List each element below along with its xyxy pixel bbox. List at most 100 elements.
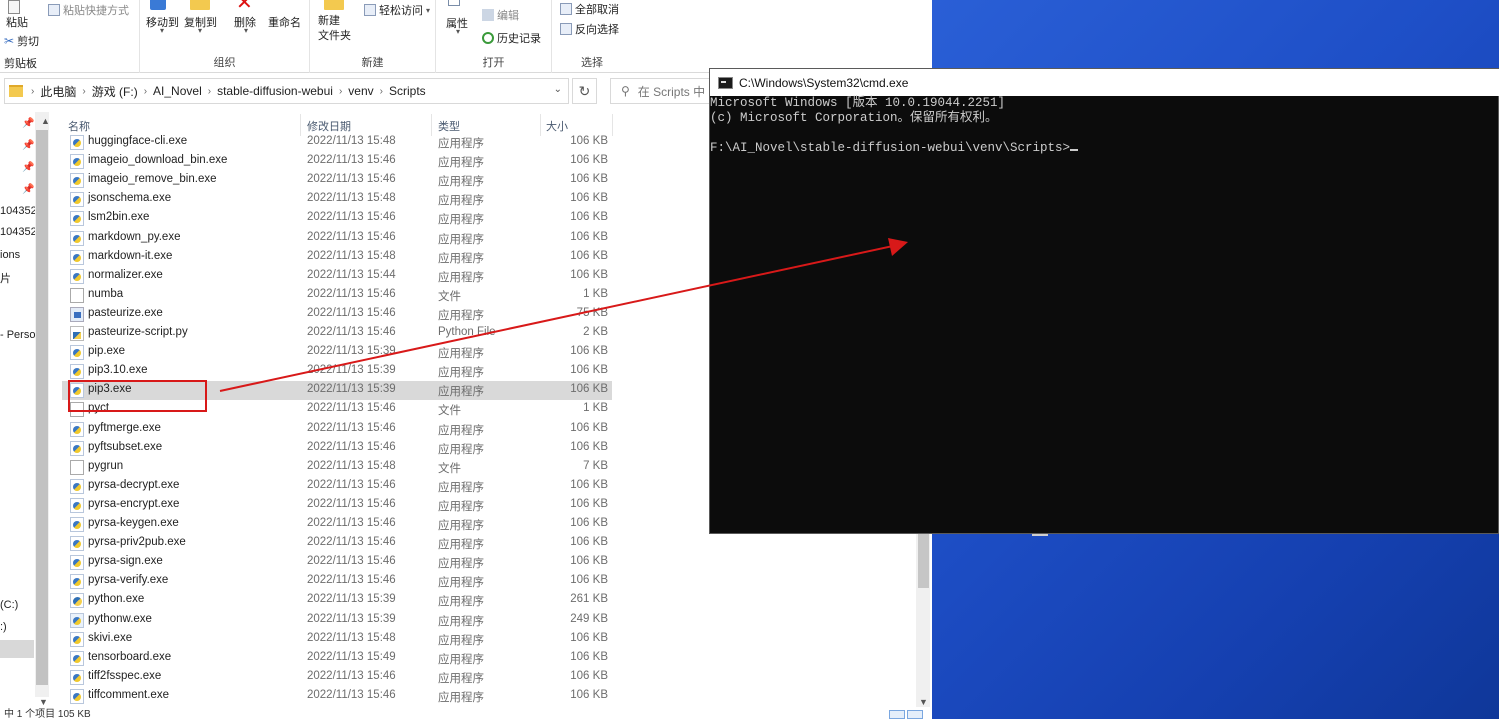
pin-icon[interactable]: 📌: [22, 140, 34, 151]
nav-item[interactable]: ions: [0, 249, 20, 261]
python-file-icon: [70, 326, 84, 341]
file-row[interactable]: pyrsa-encrypt.exe 2022/11/13 15:46 应用程序 106…: [62, 496, 612, 515]
file-date: 2022/11/13 15:46: [307, 154, 396, 167]
file-row[interactable]: pip.exe 2022/11/13 15:39 应用程序 106 KB: [62, 343, 612, 362]
file-name: pythonw.exe: [88, 612, 152, 625]
file-name: tensorboard.exe: [88, 650, 172, 663]
nav-item-drive[interactable]: :): [0, 621, 7, 633]
file-row[interactable]: pyftmerge.exe 2022/11/13 15:46 应用程序 106 KB: [62, 420, 612, 439]
file-row[interactable]: markdown_py.exe 2022/11/13 15:46 应用程序 106 K…: [62, 229, 612, 248]
search-input[interactable]: ⚲ 在 Scripts 中: [610, 78, 720, 104]
file-row[interactable]: python.exe 2022/11/13 15:39 应用程序 261 KB: [62, 591, 612, 610]
history-button[interactable]: 历史记录: [482, 30, 541, 46]
nav-item[interactable]: - Perso: [0, 329, 35, 341]
refresh-button[interactable]: ↻: [572, 78, 597, 104]
chevron-right-icon[interactable]: ›: [82, 86, 85, 97]
pin-icon[interactable]: 📌: [22, 162, 34, 173]
file-row[interactable]: pasteurize.exe 2022/11/13 15:46 应用程序 75 KB: [62, 305, 612, 324]
file-type: 应用程序: [438, 596, 484, 609]
file-row[interactable]: pyrsa-sign.exe 2022/11/13 15:46 应用程序 106 KB: [62, 553, 612, 572]
chevron-right-icon[interactable]: ›: [31, 86, 34, 97]
rename-button[interactable]: 重命名: [268, 14, 301, 30]
breadcrumb-sd-webui[interactable]: stable-diffusion-webui: [217, 84, 333, 98]
nav-item[interactable]: 片: [0, 270, 11, 286]
cmd-console[interactable]: Microsoft Windows [版本 10.0.19044.2251] (…: [710, 96, 1499, 533]
file-size: 106 KB: [570, 536, 608, 549]
column-divider[interactable]: [612, 114, 613, 136]
file-row[interactable]: markdown-it.exe 2022/11/13 15:48 应用程序 106 K…: [62, 248, 612, 267]
chevron-right-icon[interactable]: ›: [144, 86, 147, 97]
text-cursor: [1070, 149, 1079, 151]
scissors-icon: ✂: [4, 34, 15, 48]
scroll-down-icon[interactable]: ▼: [39, 697, 48, 707]
nav-selected-item[interactable]: [0, 640, 34, 658]
breadcrumb-scripts[interactable]: Scripts: [389, 84, 426, 98]
file-row[interactable]: pyrsa-priv2pub.exe 2022/11/13 15:46 应用程序 10…: [62, 534, 612, 553]
file-date: 2022/11/13 15:46: [307, 211, 396, 224]
paste-button[interactable]: [8, 0, 20, 14]
chevron-right-icon[interactable]: ›: [208, 86, 211, 97]
address-bar[interactable]: › 此电脑 › 游戏 (F:) › AI_Novel › stable-diff…: [4, 78, 569, 104]
nav-item[interactable]: 104352: [0, 205, 37, 217]
file-row[interactable]: tiffcomment.exe 2022/11/13 15:46 应用程序 106 K…: [62, 687, 612, 706]
nav-item-c-drive[interactable]: (C:): [0, 599, 18, 611]
new-folder-button[interactable]: 新建 文件夹: [318, 14, 351, 44]
file-row[interactable]: huggingface-cli.exe 2022/11/13 15:48 应用程序 1…: [62, 133, 612, 152]
file-row[interactable]: imageio_download_bin.exe 2022/11/13 15:46…: [62, 152, 612, 171]
copy-to-dropdown-icon[interactable]: ▾: [198, 26, 202, 35]
file-row[interactable]: skivi.exe 2022/11/13 15:48 应用程序 106 KB: [62, 630, 612, 649]
paste-shortcut-button[interactable]: 粘贴快捷方式: [48, 2, 129, 18]
file-row[interactable]: pyrsa-verify.exe 2022/11/13 15:46 应用程序 106 …: [62, 572, 612, 591]
chevron-right-icon[interactable]: ›: [380, 86, 383, 97]
move-to-dropdown-icon[interactable]: ▾: [160, 26, 164, 35]
file-row[interactable]: pyrsa-decrypt.exe 2022/11/13 15:46 应用程序 106…: [62, 477, 612, 496]
breadcrumb-drive[interactable]: 游戏 (F:): [92, 83, 138, 100]
select-none-button[interactable]: 全部取消: [560, 1, 619, 17]
resize-handle[interactable]: [1032, 534, 1048, 536]
column-header-type[interactable]: 类型: [438, 118, 460, 134]
breadcrumb-ai-novel[interactable]: AI_Novel: [153, 84, 202, 98]
file-type: 应用程序: [438, 653, 484, 666]
executable-icon: [70, 593, 84, 609]
file-row[interactable]: numba 2022/11/13 15:46 文件 1 KB: [62, 286, 612, 305]
easy-access-button[interactable]: 轻松访问 ▾: [364, 2, 430, 18]
file-row[interactable]: lsm2bin.exe 2022/11/13 15:46 应用程序 106 KB: [62, 209, 612, 228]
breadcrumb-venv[interactable]: venv: [348, 84, 373, 98]
invert-selection-button[interactable]: 反向选择: [560, 21, 619, 37]
scroll-up-icon[interactable]: ▲: [41, 116, 50, 126]
column-header-size[interactable]: 大小: [546, 118, 568, 134]
column-header-name[interactable]: 名称: [68, 118, 90, 134]
file-type: 应用程序: [438, 138, 484, 150]
file-row[interactable]: imageio_remove_bin.exe 2022/11/13 15:46 应用…: [62, 171, 612, 190]
file-type: 应用程序: [438, 539, 484, 552]
nav-item[interactable]: 104352: [0, 226, 37, 238]
delete-dropdown-icon[interactable]: ▾: [244, 26, 248, 35]
cmd-window[interactable]: C:\Windows\System32\cmd.exe Microsoft Wi…: [709, 68, 1499, 536]
file-type: 应用程序: [438, 348, 484, 361]
cut-button[interactable]: ✂ 剪切: [4, 33, 39, 49]
column-header-date[interactable]: 修改日期: [307, 118, 351, 134]
cmd-titlebar[interactable]: C:\Windows\System32\cmd.exe: [710, 69, 1499, 96]
pin-icon[interactable]: 📌: [22, 118, 34, 129]
chevron-right-icon[interactable]: ›: [339, 86, 342, 97]
file-row[interactable]: pyrsa-keygen.exe 2022/11/13 15:46 应用程序 106 …: [62, 515, 612, 534]
properties-dropdown-icon[interactable]: ▾: [456, 27, 460, 36]
details-view-button[interactable]: [889, 710, 905, 719]
file-row[interactable]: jsonschema.exe 2022/11/13 15:48 应用程序 106 KB: [62, 190, 612, 209]
breadcrumb-this-pc[interactable]: 此电脑: [40, 83, 76, 100]
file-row[interactable]: tiff2fsspec.exe 2022/11/13 15:46 应用程序 106 K…: [62, 668, 612, 687]
file-row[interactable]: tensorboard.exe 2022/11/13 15:49 应用程序 106 K…: [62, 649, 612, 668]
file-row[interactable]: normalizer.exe 2022/11/13 15:44 应用程序 106 KB: [62, 267, 612, 286]
pin-icon[interactable]: 📌: [22, 184, 34, 195]
nav-scrollbar-thumb[interactable]: [36, 130, 48, 685]
tiles-view-button[interactable]: [907, 710, 923, 719]
file-row[interactable]: pygrun 2022/11/13 15:48 文件 7 KB: [62, 458, 612, 477]
scroll-down-icon[interactable]: ▼: [919, 697, 928, 707]
file-row[interactable]: pasteurize-script.py 2022/11/13 15:46 Pyth…: [62, 324, 612, 343]
file-row[interactable]: pythonw.exe 2022/11/13 15:39 应用程序 249 KB: [62, 611, 612, 630]
edit-button[interactable]: 编辑: [482, 7, 519, 23]
file-date: 2022/11/13 15:46: [307, 517, 396, 529]
file-row[interactable]: pyftsubset.exe 2022/11/13 15:46 应用程序 106 KB: [62, 439, 612, 458]
address-dropdown-icon[interactable]: ⌄: [554, 84, 562, 95]
file-row[interactable]: pip3.10.exe 2022/11/13 15:39 应用程序 106 KB: [62, 362, 612, 381]
